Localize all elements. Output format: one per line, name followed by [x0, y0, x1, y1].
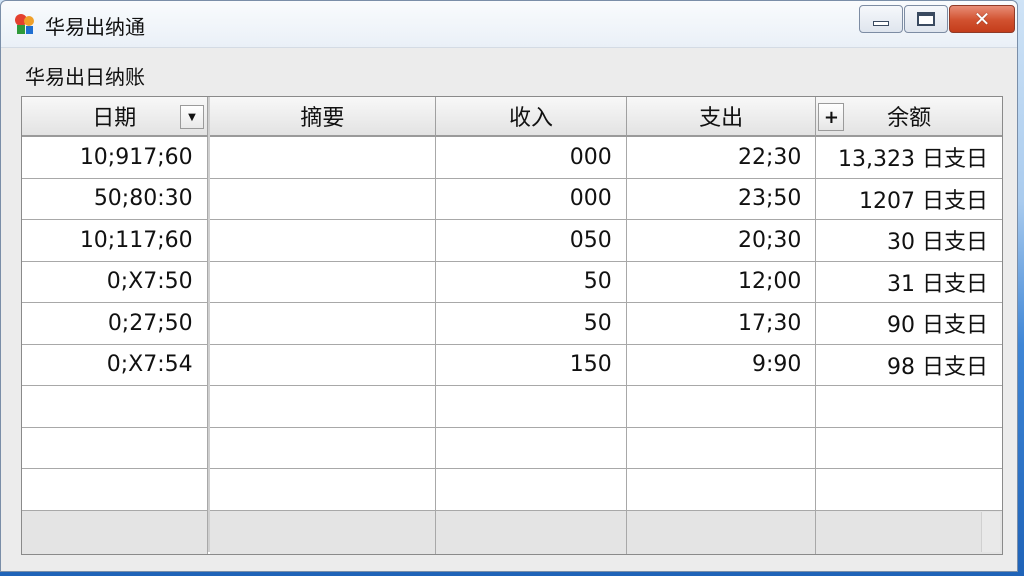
maximize-icon: [917, 12, 935, 26]
footer-cell: [626, 510, 817, 554]
minimize-button[interactable]: [859, 5, 903, 33]
ledger-table: 日期 ▼ 摘要 收入 支出 + 余额 10;917;60 000 22;30 1…: [21, 96, 1003, 555]
table-footer-row: [22, 510, 1002, 554]
cell-income[interactable]: 50: [436, 303, 627, 345]
column-header-date-label: 日期: [92, 106, 137, 131]
column-header-summary[interactable]: 摘要: [209, 97, 437, 137]
cell-income[interactable]: 50: [436, 261, 627, 303]
cell-income[interactable]: [436, 386, 627, 428]
footer-cell: [436, 510, 627, 554]
cell-date[interactable]: [22, 427, 208, 469]
app-window: 华易出纳通 ✕ 华易出日纳账 日期 ▼ 摘要 收入 支出 + 余额 10;917…: [0, 0, 1018, 572]
cell-date[interactable]: 0;X7:50: [22, 261, 208, 303]
column-header-expense[interactable]: 支出: [626, 97, 817, 137]
cell-summary[interactable]: [209, 137, 437, 179]
title-bar[interactable]: 华易出纳通 ✕: [1, 1, 1017, 48]
cell-date[interactable]: 0;X7:54: [22, 344, 208, 386]
table-row-empty[interactable]: [22, 427, 1002, 469]
cell-summary[interactable]: [209, 386, 437, 428]
column-header-balance-label: 余额: [887, 106, 932, 131]
cell-balance[interactable]: 30 日支日: [816, 220, 1002, 262]
cell-income[interactable]: 050: [436, 220, 627, 262]
add-row-button[interactable]: +: [818, 103, 845, 131]
cell-balance[interactable]: 90 日支日: [816, 303, 1002, 345]
cell-expense[interactable]: 12;00: [626, 261, 817, 303]
table-row[interactable]: 0;27;50 50 17;30 90 日支日: [22, 303, 1002, 345]
close-icon: ✕: [973, 7, 991, 31]
cell-balance[interactable]: 98 日支日: [816, 344, 1002, 386]
cell-expense[interactable]: 17;30: [626, 303, 817, 345]
maximize-button[interactable]: [904, 5, 948, 33]
cell-balance[interactable]: 13,323 日支日: [816, 137, 1002, 179]
cell-summary[interactable]: [209, 469, 437, 511]
cell-summary[interactable]: [209, 344, 437, 386]
cell-expense[interactable]: [626, 469, 817, 511]
column-header-balance[interactable]: + 余额: [816, 97, 1002, 137]
cell-balance[interactable]: 1207 日支日: [816, 178, 1002, 220]
column-header-summary-label: 摘要: [300, 106, 345, 131]
cell-balance[interactable]: [816, 427, 1002, 469]
cell-summary[interactable]: [209, 261, 437, 303]
chevron-down-icon: ▼: [188, 111, 196, 123]
cell-summary[interactable]: [209, 220, 437, 262]
cell-expense[interactable]: 20;30: [626, 220, 817, 262]
table-body: 10;917;60 000 22;30 13,323 日支日 50;80:30 …: [22, 137, 1002, 554]
cell-income[interactable]: 150: [436, 344, 627, 386]
cell-expense[interactable]: 9:90: [626, 344, 817, 386]
cell-date[interactable]: [22, 386, 208, 428]
footer-cell: [816, 510, 1002, 554]
page-title: 华易出日纳账: [25, 65, 145, 89]
table-row[interactable]: 10;917;60 000 22;30 13,323 日支日: [22, 137, 1002, 179]
cell-summary[interactable]: [209, 427, 437, 469]
close-button[interactable]: ✕: [949, 5, 1015, 33]
footer-cell: [209, 510, 437, 554]
plus-icon: +: [823, 106, 839, 128]
table-row[interactable]: 50;80:30 000 23;50 1207 日支日: [22, 178, 1002, 220]
cell-expense[interactable]: 22;30: [626, 137, 817, 179]
table-row[interactable]: 0;X7:50 50 12;00 31 日支日: [22, 261, 1002, 303]
column-header-expense-label: 支出: [699, 106, 744, 131]
cell-date[interactable]: 0;27;50: [22, 303, 208, 345]
table-row-empty[interactable]: [22, 469, 1002, 511]
cell-summary[interactable]: [209, 303, 437, 345]
cell-summary[interactable]: [209, 178, 437, 220]
cell-income[interactable]: 000: [436, 137, 627, 179]
cell-date[interactable]: 10;917;60: [22, 137, 208, 179]
table-header: 日期 ▼ 摘要 收入 支出 + 余额: [22, 97, 1002, 137]
cell-balance[interactable]: [816, 386, 1002, 428]
table-row[interactable]: 10;117;60 050 20;30 30 日支日: [22, 220, 1002, 262]
footer-cell: [22, 510, 208, 554]
window-title: 华易出纳通: [45, 15, 145, 39]
date-dropdown-button[interactable]: ▼: [180, 105, 204, 129]
scrollbar-stub[interactable]: [981, 512, 1000, 552]
cell-balance[interactable]: 31 日支日: [816, 261, 1002, 303]
column-header-date[interactable]: 日期 ▼: [22, 97, 208, 137]
column-header-income[interactable]: 收入: [436, 97, 627, 137]
cell-balance[interactable]: [816, 469, 1002, 511]
cell-expense[interactable]: [626, 427, 817, 469]
table-row[interactable]: 0;X7:54 150 9:90 98 日支日: [22, 344, 1002, 386]
cell-expense[interactable]: 23;50: [626, 178, 817, 220]
cell-income[interactable]: 000: [436, 178, 627, 220]
cell-date[interactable]: [22, 469, 208, 511]
minimize-icon: [873, 20, 889, 26]
app-logo-icon: [15, 14, 34, 34]
table-row-empty[interactable]: [22, 386, 1002, 428]
cell-date[interactable]: 10;117;60: [22, 220, 208, 262]
cell-income[interactable]: [436, 469, 627, 511]
cell-income[interactable]: [436, 427, 627, 469]
cell-expense[interactable]: [626, 386, 817, 428]
column-header-income-label: 收入: [508, 106, 553, 131]
cell-date[interactable]: 50;80:30: [22, 178, 208, 220]
